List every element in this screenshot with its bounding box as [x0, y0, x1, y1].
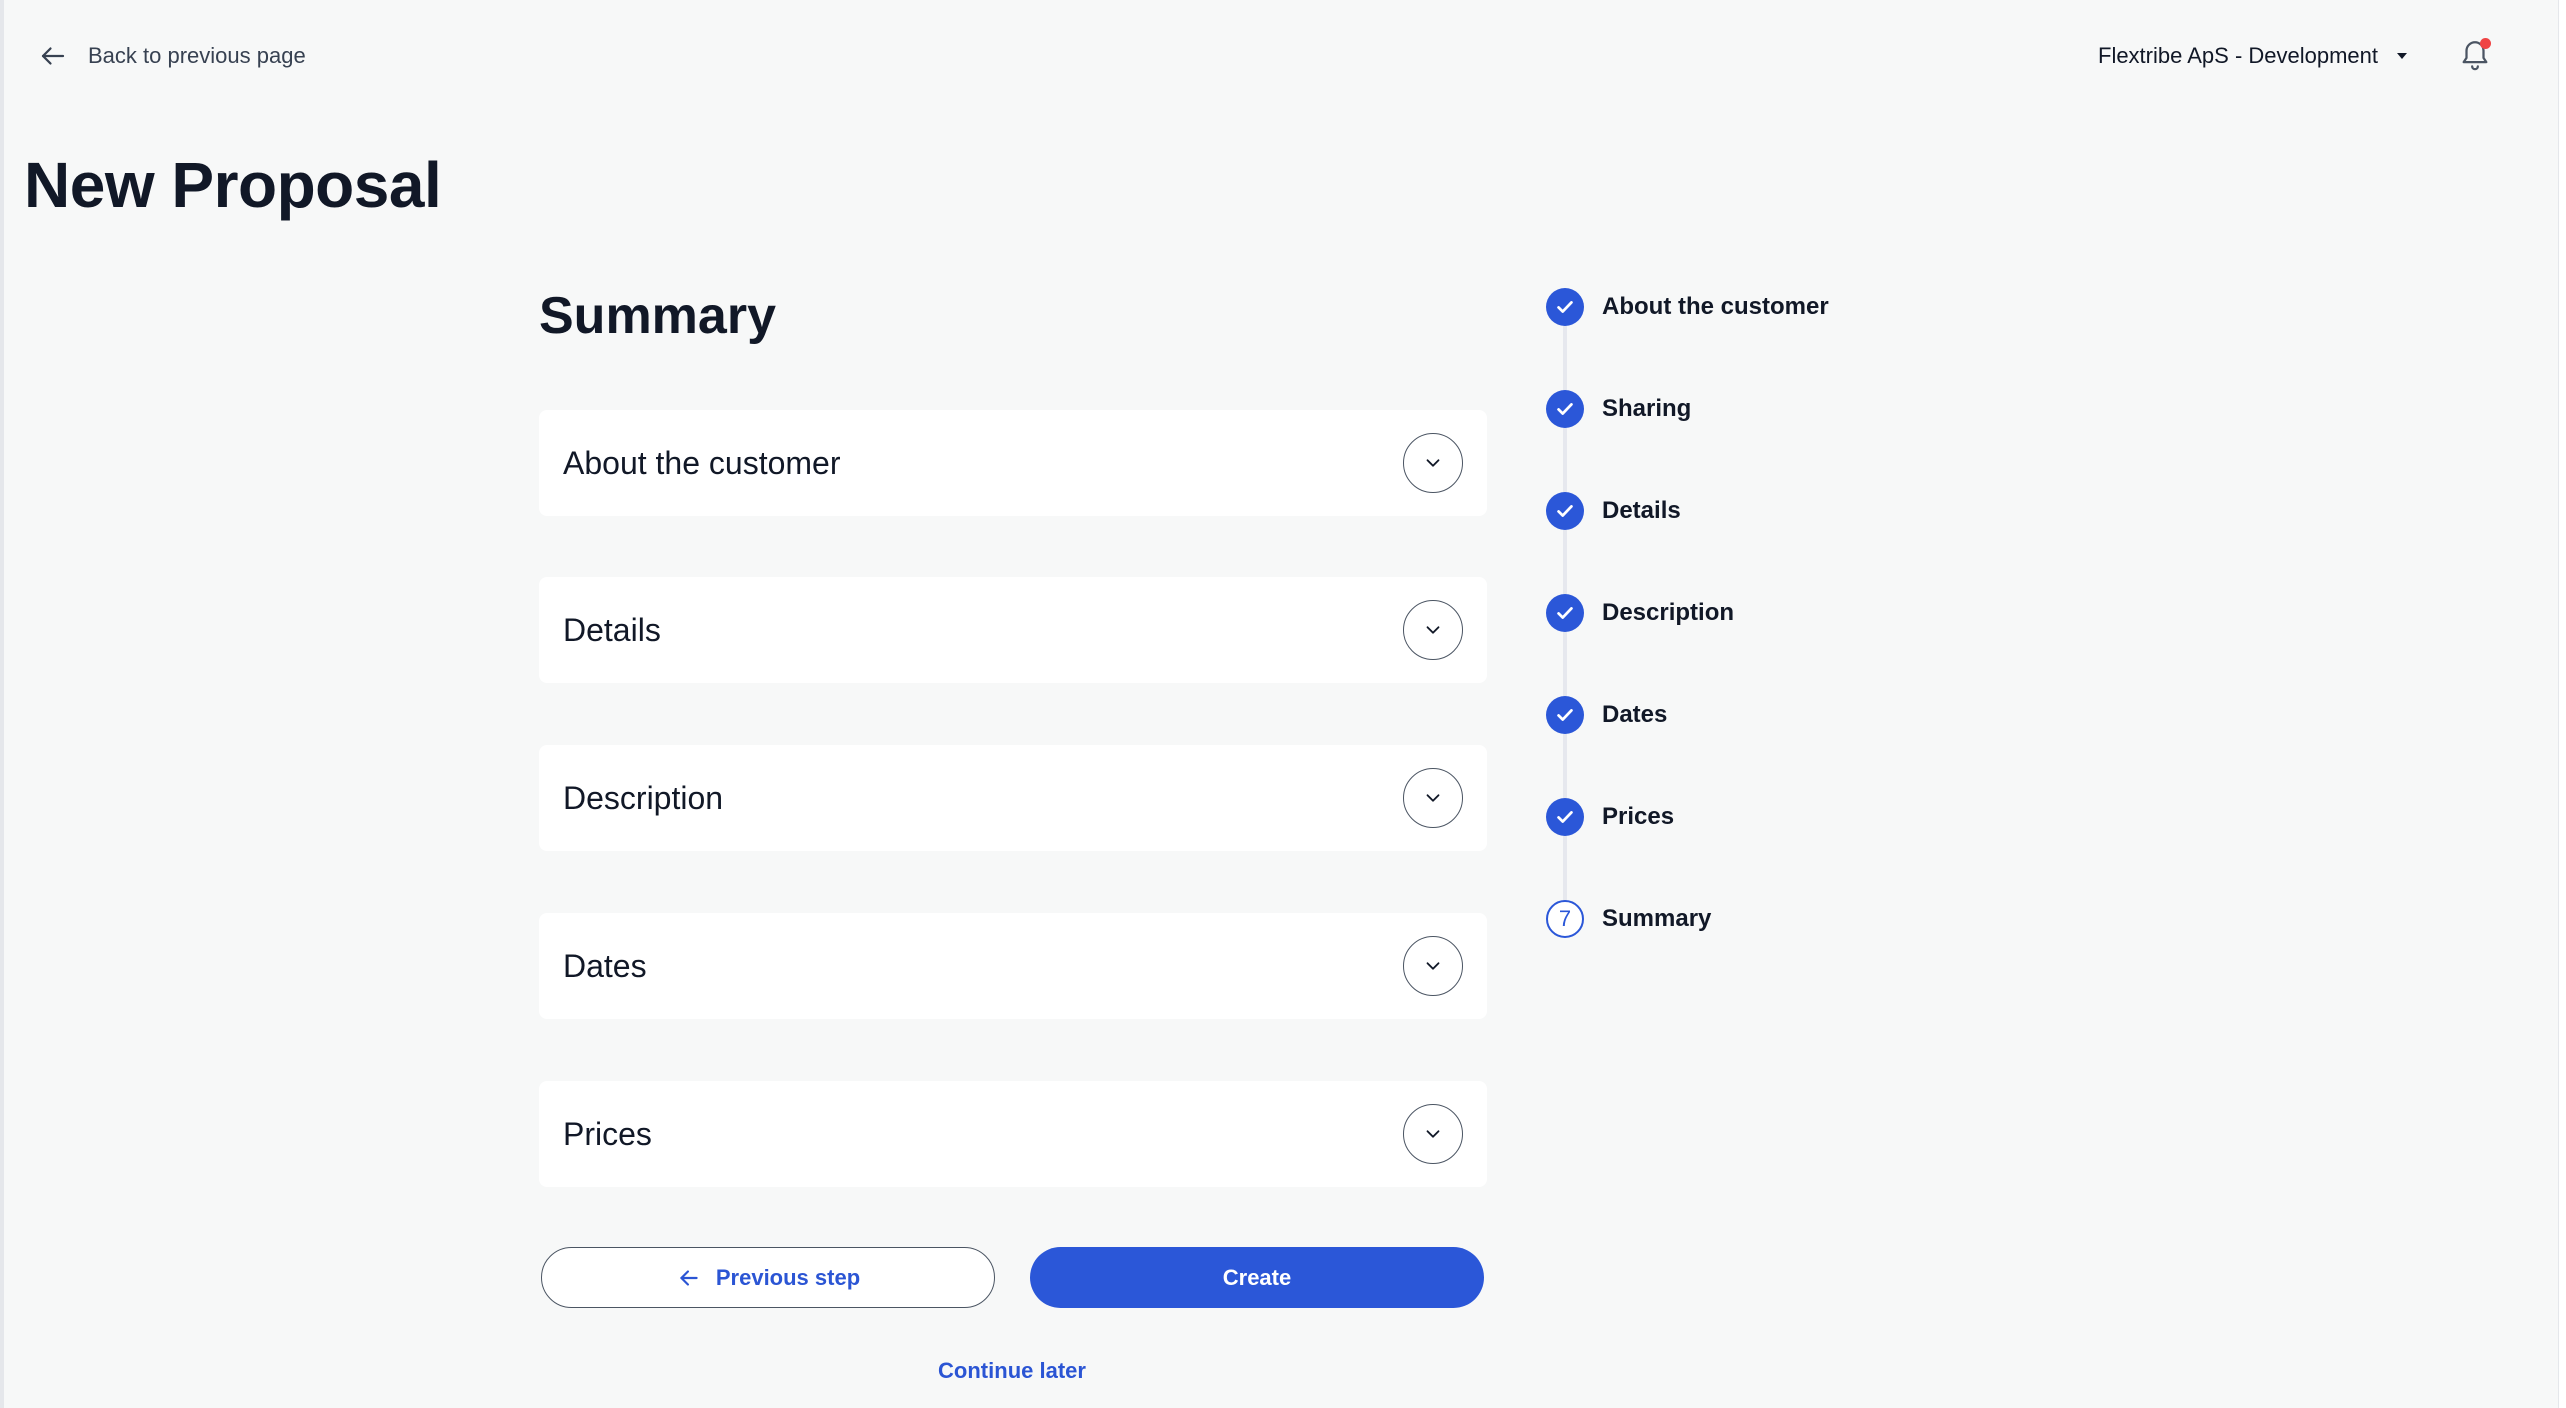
stepper-item-about-the-customer[interactable]: About the customer: [1546, 288, 1829, 326]
step-completed-marker: [1546, 492, 1584, 530]
stepper-item-dates[interactable]: Dates: [1546, 696, 1667, 734]
stepper-item-summary[interactable]: 7 Summary: [1546, 900, 1711, 938]
notifications-button[interactable]: [2458, 36, 2492, 74]
organization-name: Flextribe ApS - Development: [2098, 43, 2379, 68]
check-icon: [1557, 607, 1573, 619]
summary-card-details[interactable]: Details: [539, 577, 1487, 683]
card-label: Details: [563, 611, 661, 648]
check-icon: [1557, 709, 1573, 721]
previous-step-label: Previous step: [715, 1264, 861, 1290]
section-title: Summary: [539, 287, 776, 345]
card-label: Description: [563, 779, 724, 816]
stepper-item-prices[interactable]: Prices: [1546, 798, 1674, 836]
step-label: About the customer: [1602, 293, 1829, 320]
arrow-left-icon: [680, 1269, 698, 1286]
stepper-item-details[interactable]: Details: [1546, 492, 1681, 530]
chevron-down-icon: [1426, 459, 1440, 467]
expand-button[interactable]: [1403, 433, 1463, 493]
expand-button[interactable]: [1403, 936, 1463, 996]
expand-button[interactable]: [1403, 600, 1463, 660]
chevron-down-icon: [1426, 794, 1440, 802]
summary-card-prices[interactable]: Prices: [539, 1081, 1487, 1187]
card-label: Prices: [563, 1115, 652, 1152]
step-completed-marker: [1546, 798, 1584, 836]
step-completed-marker: [1546, 288, 1584, 326]
chevron-down-icon: [1426, 626, 1440, 634]
stepper-item-description[interactable]: Description: [1546, 594, 1734, 632]
previous-step-button[interactable]: Previous step: [541, 1247, 995, 1308]
back-to-previous-page-link[interactable]: Back to previous page: [38, 38, 306, 74]
page: Back to previous page Flextribe ApS - De…: [0, 0, 2566, 1408]
check-icon: [1557, 811, 1573, 823]
summary-card-description[interactable]: Description: [539, 745, 1487, 851]
expand-button[interactable]: [1403, 768, 1463, 828]
step-label: Prices: [1602, 803, 1675, 830]
chevron-down-icon: [1426, 962, 1440, 970]
step-label: Dates: [1602, 701, 1668, 728]
right-scrollbar-track[interactable]: [2558, 0, 2566, 1408]
chevron-down-icon: [1426, 1130, 1440, 1138]
expand-button[interactable]: [1403, 1104, 1463, 1164]
step-completed-marker: [1546, 390, 1584, 428]
check-icon: [1557, 301, 1573, 313]
card-label: Dates: [563, 947, 647, 984]
summary-card-about-the-customer[interactable]: About the customer: [539, 410, 1487, 516]
continue-later-link[interactable]: Continue later: [0, 1358, 2024, 1384]
check-icon: [1557, 403, 1573, 415]
step-label: Summary: [1602, 905, 1712, 932]
left-edge-border: [0, 0, 4, 1408]
stepper-item-sharing[interactable]: Sharing: [1546, 390, 1691, 428]
arrow-left-icon: [38, 41, 68, 71]
step-label: Sharing: [1602, 395, 1692, 422]
step-current-marker: 7: [1546, 900, 1584, 938]
organization-selector[interactable]: Flextribe ApS - Development: [2098, 38, 2410, 74]
step-label: Details: [1602, 497, 1681, 524]
create-label: Create: [1222, 1264, 1292, 1290]
notification-dot: [2480, 38, 2491, 49]
summary-card-dates[interactable]: Dates: [539, 913, 1487, 1019]
create-button[interactable]: Create: [1030, 1247, 1484, 1308]
back-link-label: Back to previous page: [88, 43, 306, 68]
check-icon: [1557, 505, 1573, 517]
card-label: About the customer: [563, 444, 841, 481]
step-completed-marker: [1546, 594, 1584, 632]
page-title: New Proposal: [24, 149, 442, 221]
step-completed-marker: [1546, 696, 1584, 734]
step-number: 7: [1558, 906, 1572, 931]
step-label: Description: [1602, 599, 1735, 626]
caret-down-icon: [2397, 53, 2408, 59]
